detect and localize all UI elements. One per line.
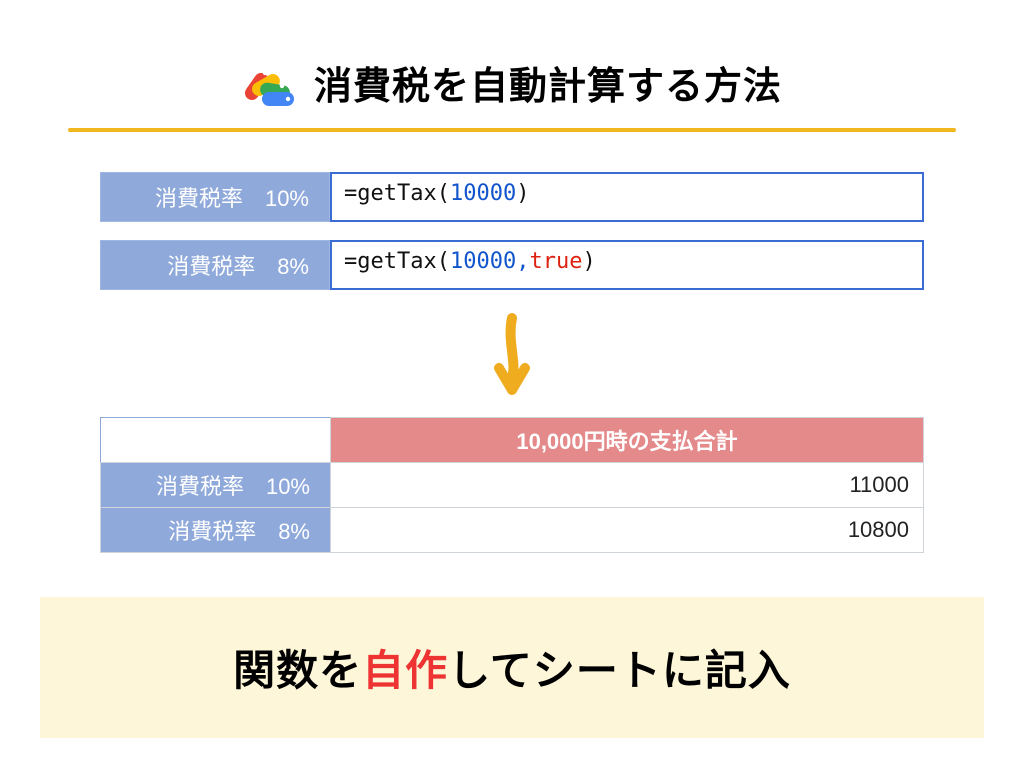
formula-input-10pct[interactable]: =getTax(10000)	[330, 172, 924, 222]
formula-open: (	[437, 181, 450, 206]
arrow-down-icon	[100, 308, 924, 417]
formula-prefix: =	[344, 249, 357, 274]
formula-row-8pct: 消費税率 8% =getTax(10000,true)	[100, 240, 924, 290]
formula-fn: getTax	[357, 181, 436, 206]
table-row: 消費税率 10% 11000	[101, 463, 924, 508]
formula-bool: true	[529, 249, 582, 274]
page-header: 消費税を自動計算する方法	[0, 0, 1024, 128]
formula-fn: getTax	[357, 249, 436, 274]
formula-close: )	[582, 249, 595, 274]
formula-args: 10000	[450, 181, 516, 206]
table-header-row: 10,000円時の支払合計	[101, 418, 924, 463]
callout-text-c: してシートに記入	[448, 647, 791, 694]
table-header-total: 10,000円時の支払合計	[331, 418, 924, 463]
formula-prefix: =	[344, 181, 357, 206]
callout-text-a: 関数を	[233, 647, 362, 694]
formula-row-10pct: 消費税率 10% =getTax(10000)	[100, 172, 924, 222]
row-value: 10800	[331, 508, 924, 553]
formula-args: 10000,	[450, 249, 529, 274]
formula-close: )	[516, 181, 529, 206]
content-area: 消費税率 10% =getTax(10000) 消費税率 8% =getTax(…	[0, 132, 1024, 553]
apps-script-logo-icon	[242, 58, 300, 108]
callout-banner: 関数を自作してシートに記入	[40, 597, 984, 738]
tax-rate-label: 消費税率 10%	[100, 172, 330, 222]
table-header-blank	[101, 418, 331, 463]
row-value: 11000	[331, 463, 924, 508]
row-label: 消費税率 10%	[101, 463, 331, 508]
table-row: 消費税率 8% 10800	[101, 508, 924, 553]
tax-rate-label: 消費税率 8%	[100, 240, 330, 290]
formula-input-8pct[interactable]: =getTax(10000,true)	[330, 240, 924, 290]
row-label: 消費税率 8%	[101, 508, 331, 553]
page-title: 消費税を自動計算する方法	[314, 55, 782, 110]
formula-open: (	[437, 249, 450, 274]
result-table: 10,000円時の支払合計 消費税率 10% 11000 消費税率 8% 108…	[100, 417, 924, 553]
callout-text-emphasis: 自作	[362, 647, 448, 694]
